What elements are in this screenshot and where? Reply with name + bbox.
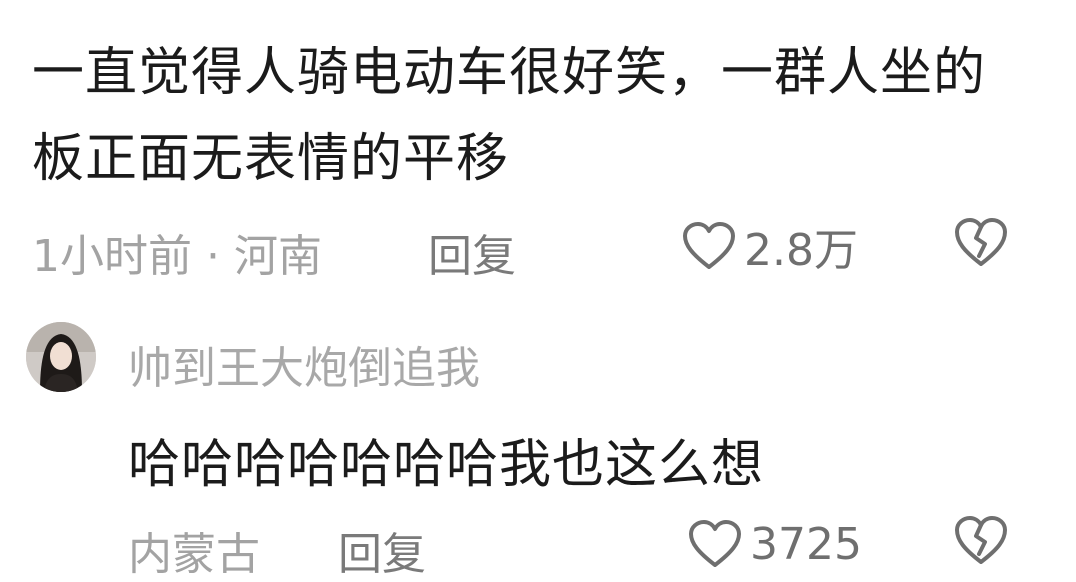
reply-reply-button[interactable]: 回复 (338, 518, 426, 582)
avatar[interactable] (26, 322, 96, 392)
reply-like-button[interactable]: 3725 (688, 512, 862, 576)
reply-text: 哈哈哈哈哈哈哈我也这么想 (128, 435, 765, 495)
broken-heart-icon (954, 514, 1008, 566)
reply-button[interactable]: 回复 (428, 220, 516, 284)
dislike-button[interactable] (954, 216, 1008, 268)
reply-username[interactable]: 帅到王大炮倒追我 (128, 332, 480, 396)
reply-like-count: 3725 (750, 518, 862, 570)
like-count: 2.8万 (744, 225, 858, 276)
like-button[interactable]: 2.8万 (682, 214, 858, 278)
reply-dislike-button[interactable] (954, 514, 1008, 566)
comment-meta-row: 1小时前 · 河南 回复 2.8万 (32, 214, 1042, 282)
heart-outline-icon (688, 519, 742, 569)
comment-time-location: 1小时前 · 河南 (32, 231, 322, 282)
reply-meta-row: 内蒙古 回复 3725 (128, 512, 1042, 580)
reply-location: 内蒙古 (128, 529, 260, 580)
comment-text: 一直觉得人骑电动车很好笑，一群人坐的板正面无表情的平移 (32, 43, 987, 189)
heart-outline-icon (682, 221, 736, 271)
broken-heart-icon (954, 216, 1008, 268)
